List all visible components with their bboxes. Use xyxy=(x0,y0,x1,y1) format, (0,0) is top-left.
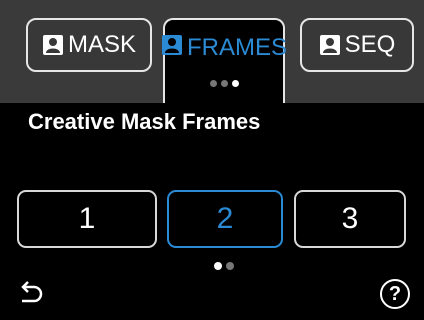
help-icon: ? xyxy=(388,282,402,305)
help-button[interactable]: ? xyxy=(380,279,410,309)
tab-mask-label: MASK xyxy=(67,31,136,58)
page-dot xyxy=(209,80,217,87)
person-icon xyxy=(42,34,64,56)
pager-dot xyxy=(226,262,234,270)
frame-pager xyxy=(214,262,234,270)
pager-dot-active xyxy=(214,262,222,270)
frame-3-label: 3 xyxy=(341,202,359,235)
tab-page-indicator xyxy=(163,80,285,87)
page-dot xyxy=(220,80,228,87)
back-arrow-icon xyxy=(21,281,43,303)
frame-1-button[interactable]: 1 xyxy=(17,190,157,248)
page-title: Creative Mask Frames xyxy=(28,109,261,134)
frame-3-button[interactable]: 3 xyxy=(294,190,406,248)
tab-frames-label: FRAMES xyxy=(187,34,288,61)
person-icon xyxy=(319,34,341,56)
frame-1-label: 1 xyxy=(78,202,96,235)
tab-seq[interactable]: SEQ xyxy=(300,18,414,72)
tab-frames[interactable]: FRAMES xyxy=(161,18,288,103)
back-button[interactable] xyxy=(16,278,46,308)
frame-2-label: 2 xyxy=(216,202,234,235)
page-dot-active xyxy=(231,80,239,87)
tab-seq-label: SEQ xyxy=(344,31,396,58)
tab-mask[interactable]: MASK xyxy=(26,18,152,72)
person-icon xyxy=(161,34,183,56)
frame-2-button[interactable]: 2 xyxy=(167,190,283,248)
